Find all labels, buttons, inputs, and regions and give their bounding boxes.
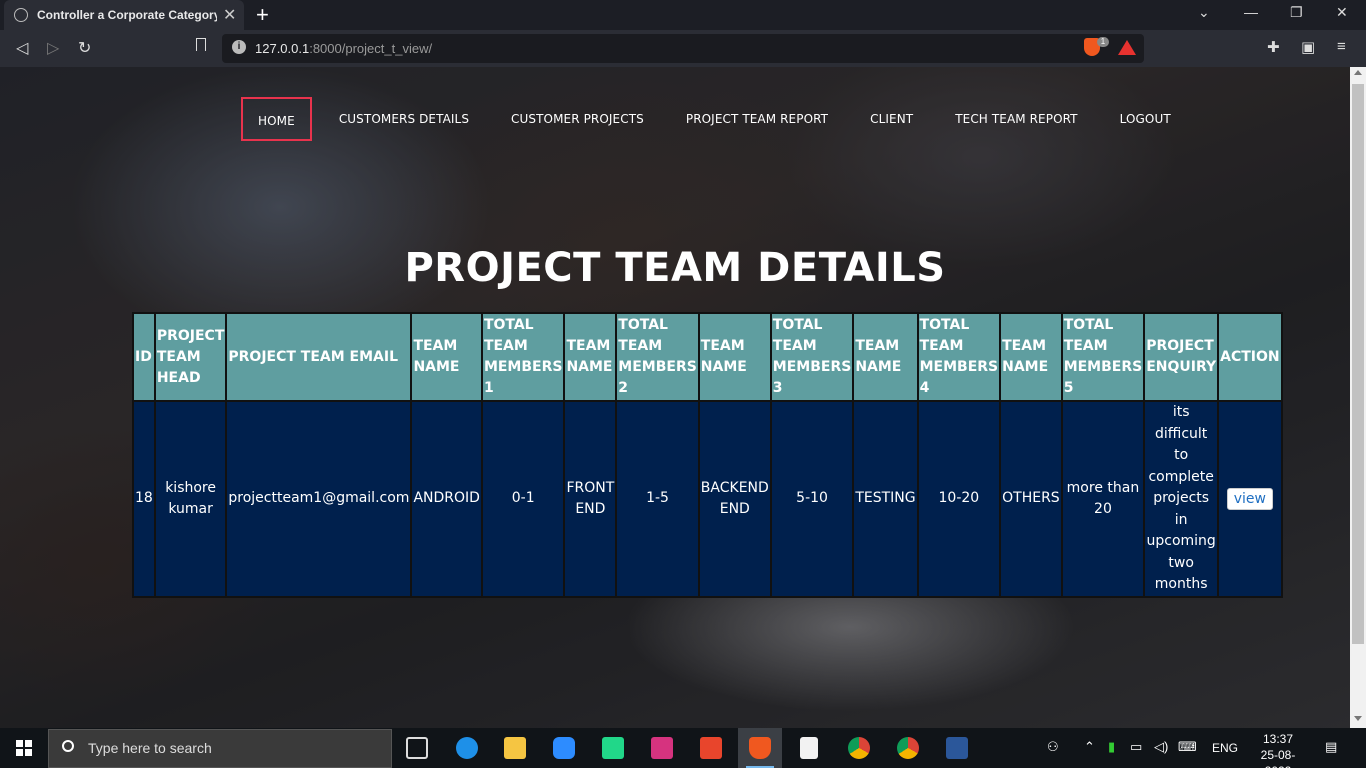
column-header: ID (132, 312, 156, 402)
browser-tab[interactable]: Controller a Corporate Category F ✕ (4, 0, 244, 30)
word-icon[interactable] (946, 737, 968, 759)
anydesk-icon[interactable] (700, 737, 722, 759)
network-icon[interactable]: ▭ (1130, 739, 1142, 755)
column-header: TOTAL TEAM MEMBERS 5 (1060, 312, 1146, 402)
chrome-icon[interactable] (848, 737, 870, 759)
address-bar[interactable]: i 127.0.0.1:8000/project_t_view/ (222, 34, 1144, 63)
app-icon-pink[interactable] (651, 737, 673, 759)
extensions-icon[interactable]: ✚ (1267, 38, 1280, 56)
clock-time: 13:37 (1262, 732, 1294, 746)
table-cell: 0-1 (480, 400, 566, 598)
column-header: PROJECT TEAM EMAIL (225, 312, 413, 402)
page-title: PROJECT TEAM DETAILS (404, 245, 946, 291)
project-team-table: ID PROJECT TEAM HEAD PROJECT TEAM EMAIL … (132, 312, 1283, 598)
table-cell: more than 20 (1060, 400, 1146, 598)
document-icon[interactable] (800, 737, 818, 759)
column-header: PROJECT TEAM HEAD (153, 312, 228, 402)
action-cell: view (1217, 400, 1283, 598)
maximize-button[interactable]: ❐ (1290, 4, 1303, 21)
bookmark-icon[interactable] (196, 38, 206, 51)
column-header: TEAM NAME (999, 312, 1063, 402)
table-cell: its difficult to complete projects in up… (1143, 400, 1220, 598)
column-header: TOTAL TEAM MEMBERS 4 (916, 312, 1002, 402)
column-header: TEAM NAME (410, 312, 483, 402)
wallet-icon[interactable]: ▣ (1301, 38, 1315, 56)
scroll-up-arrow-icon[interactable] (1354, 70, 1362, 75)
globe-icon (14, 8, 28, 22)
people-icon[interactable]: ⚇ (1047, 739, 1059, 755)
table-cell: kishore kumar (153, 400, 228, 598)
notification-icon[interactable]: ▤ (1325, 739, 1337, 755)
nav-logout[interactable]: LOGOUT (1105, 97, 1186, 141)
table-cell: 10-20 (916, 400, 1002, 598)
keyboard-icon[interactable]: ⌨ (1178, 739, 1197, 755)
table-cell: 1-5 (615, 400, 700, 598)
table-cell: OTHERS (999, 400, 1063, 598)
close-window-button[interactable]: ✕ (1336, 4, 1348, 21)
column-header: PROJECT ENQUIRY (1143, 312, 1220, 402)
reload-icon[interactable]: ↻ (78, 38, 91, 58)
zoom-icon[interactable] (553, 737, 575, 759)
column-header: TOTAL TEAM MEMBERS 2 (615, 312, 700, 402)
search-icon (62, 740, 74, 752)
volume-icon[interactable]: ◁) (1154, 739, 1168, 755)
file-explorer-icon[interactable] (504, 737, 526, 759)
url-text: 127.0.0.1:8000/project_t_view/ (255, 41, 433, 56)
nav-customer-projects[interactable]: CUSTOMER PROJECTS (496, 97, 659, 141)
taskbar-search-placeholder: Type here to search (88, 740, 212, 756)
table-cell: 5-10 (769, 400, 855, 598)
column-header: TEAM NAME (563, 312, 618, 402)
shield-count-badge: 1 (1097, 37, 1109, 47)
nav-tech-team-report[interactable]: TECH TEAM REPORT (940, 97, 1092, 141)
column-header: TOTAL TEAM MEMBERS 1 (480, 312, 566, 402)
table-header-row: ID PROJECT TEAM HEAD PROJECT TEAM EMAIL … (132, 312, 1283, 402)
windows-start-icon[interactable] (16, 740, 32, 756)
table-cell: TESTING (852, 400, 919, 598)
clock-date: 25-08-2022 (1260, 748, 1296, 768)
column-header: TEAM NAME (697, 312, 772, 402)
browser-tabstrip: Controller a Corporate Category F ✕ + ⌄ … (0, 0, 1366, 30)
task-view-icon[interactable] (406, 737, 428, 759)
column-header: TOTAL TEAM MEMBERS 3 (769, 312, 855, 402)
table-row: 18 kishore kumar projectteam1@gmail.com … (132, 400, 1283, 598)
brave-rewards-icon[interactable] (1118, 40, 1136, 55)
page-background: HOME CUSTOMERS DETAILS CUSTOMER PROJECTS… (0, 67, 1350, 728)
chrome-profile-icon[interactable] (897, 737, 919, 759)
tab-title: Controller a Corporate Category F (37, 8, 217, 22)
new-tab-button[interactable]: + (256, 2, 269, 28)
table-cell: 18 (132, 400, 156, 598)
view-button[interactable]: view (1226, 487, 1273, 510)
brave-icon[interactable] (749, 737, 771, 759)
main-nav: HOME CUSTOMERS DETAILS CUSTOMER PROJECTS… (241, 97, 1198, 141)
tab-search-icon[interactable]: ⌄ (1198, 4, 1210, 21)
forward-icon[interactable]: ▷ (47, 38, 59, 58)
nav-client[interactable]: CLIENT (855, 97, 928, 141)
table-cell: BACKEND END (697, 400, 772, 598)
edge-icon[interactable] (456, 737, 478, 759)
chevron-up-icon[interactable]: ⌃ (1084, 739, 1095, 755)
table-cell: ANDROID (410, 400, 483, 598)
pycharm-icon[interactable] (602, 737, 624, 759)
scroll-down-arrow-icon[interactable] (1354, 716, 1362, 721)
nav-project-team-report[interactable]: PROJECT TEAM REPORT (671, 97, 843, 141)
close-tab-icon[interactable]: ✕ (223, 5, 236, 25)
nav-home[interactable]: HOME (241, 97, 312, 141)
back-icon[interactable]: ◁ (16, 38, 28, 58)
taskbar-clock[interactable]: 13:37 25-08-2022 (1250, 731, 1306, 768)
table-cell: projectteam1@gmail.com (225, 400, 413, 598)
menu-icon[interactable]: ≡ (1337, 38, 1346, 55)
app-tray-icon[interactable]: ▮ (1108, 739, 1115, 755)
nav-customers-details[interactable]: CUSTOMERS DETAILS (324, 97, 484, 141)
minimize-button[interactable]: — (1244, 4, 1258, 20)
site-info-icon[interactable]: i (232, 40, 246, 54)
column-header: TEAM NAME (852, 312, 919, 402)
scrollbar-thumb[interactable] (1352, 84, 1364, 644)
column-header: ACTION (1217, 312, 1283, 402)
language-indicator[interactable]: ENG (1212, 741, 1238, 755)
table-cell: FRONT END (563, 400, 618, 598)
